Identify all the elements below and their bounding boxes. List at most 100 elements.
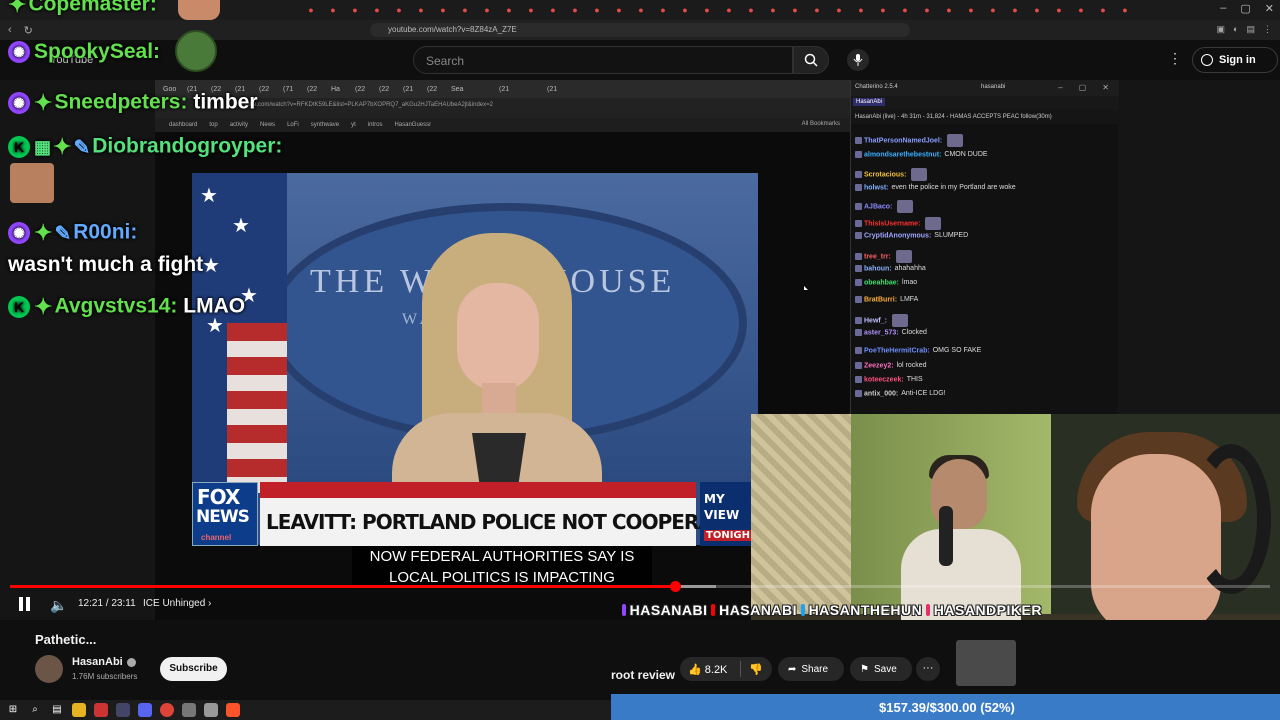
chat-username[interactable]: Scrotacious: [864, 171, 906, 178]
inner-tab[interactable]: (22 [427, 86, 449, 93]
inner-tab[interactable]: Sea [451, 86, 473, 93]
bookmark[interactable]: HasanGuessr [394, 122, 431, 128]
tab-favicon[interactable]: ● [762, 3, 784, 17]
tab-favicon[interactable]: ● [1004, 3, 1026, 17]
tab-favicon[interactable]: ● [344, 3, 366, 17]
volume-icon[interactable]: 🔈 [50, 597, 67, 614]
thumbnail[interactable] [956, 640, 1016, 686]
tab-favicon[interactable]: ● [432, 3, 454, 17]
chat-username[interactable]: holwst: [864, 184, 889, 191]
tab-favicon[interactable]: ● [740, 3, 762, 17]
app-icon[interactable] [138, 703, 152, 717]
pause-icon[interactable] [19, 597, 31, 611]
extension-icon[interactable]: ◐ [1233, 24, 1238, 35]
tab-favicon[interactable]: ● [696, 3, 718, 17]
chat-username[interactable]: almondsarethebestnut: [864, 151, 941, 158]
tab-favicon[interactable]: ● [630, 3, 652, 17]
bookmark[interactable]: yt [351, 122, 356, 128]
tab-favicon[interactable]: ● [388, 3, 410, 17]
extension-icon[interactable]: ▤ [1246, 24, 1255, 35]
search-button[interactable] [793, 46, 829, 74]
chat-username[interactable]: obeahbae: [864, 279, 899, 286]
all-bookmarks[interactable]: All Bookmarks [802, 121, 840, 127]
tab-favicon[interactable]: ● [564, 3, 586, 17]
tab-favicon[interactable]: ● [366, 3, 388, 17]
channel-avatar[interactable] [35, 655, 63, 683]
tab-favicon[interactable]: ● [1070, 3, 1092, 17]
tab-favicon[interactable]: ● [454, 3, 476, 17]
chat-username[interactable]: AJBaco: [864, 203, 892, 210]
inner-tab[interactable]: (21 [547, 86, 569, 93]
tab-favicon[interactable]: ● [960, 3, 982, 17]
windows-start-icon[interactable]: ⊞ [6, 703, 20, 717]
app-icon[interactable] [204, 703, 218, 717]
maximize-icon[interactable]: ▢ [1240, 2, 1250, 15]
app-icon[interactable] [182, 703, 196, 717]
tab-favicon[interactable]: ● [982, 3, 1004, 17]
chat-username[interactable]: ThatPersonNamedJoel: [864, 137, 942, 144]
url-field[interactable]: youtube.com/watch?v=8Z84zA_Z7E [370, 23, 910, 37]
chat-username[interactable]: tree_trr: [864, 253, 891, 260]
inner-tab[interactable]: (22 [379, 86, 401, 93]
chat-username[interactable]: antix_000: [864, 390, 898, 397]
app-icon[interactable] [116, 703, 130, 717]
channel-name[interactable]: HasanAbi [72, 656, 136, 668]
sign-in-button[interactable]: Sign in [1192, 47, 1278, 73]
minimize-icon[interactable]: – [1058, 83, 1062, 92]
app-icon[interactable] [94, 703, 108, 717]
close-icon[interactable]: ✕ [1102, 83, 1109, 92]
save-button[interactable]: ⚑ Save [850, 657, 912, 681]
chat-username[interactable]: Hewf_: [864, 317, 887, 324]
tab-favicon[interactable]: ● [850, 3, 872, 17]
tab-favicon[interactable]: ● [1092, 3, 1114, 17]
tab-favicon[interactable]: ● [828, 3, 850, 17]
file-explorer-icon[interactable] [72, 703, 86, 717]
tab-favicon[interactable]: ● [916, 3, 938, 17]
inner-tab[interactable]: (22 [355, 86, 377, 93]
like-button[interactable]: 👍 8.2K [680, 663, 740, 676]
brave-icon[interactable] [226, 703, 240, 717]
subscribe-button[interactable]: Subscribe [160, 657, 227, 681]
minimize-icon[interactable]: – [1220, 2, 1226, 15]
progress-bar[interactable] [10, 581, 1270, 592]
bookmark[interactable]: intros [368, 122, 383, 128]
chat-username[interactable]: CryptidAnonymous: [864, 232, 931, 239]
chat-username[interactable]: ThisIsUsername: [864, 220, 920, 227]
tab-favicon[interactable]: ● [476, 3, 498, 17]
tab-favicon[interactable]: ● [806, 3, 828, 17]
chapter-button[interactable]: ICE Unhinged › [143, 598, 211, 609]
dislike-button[interactable]: 👎 [741, 663, 763, 676]
maximize-icon[interactable]: ▢ [1079, 83, 1087, 92]
chat-username[interactable]: PoeTheHermitCrab: [864, 347, 930, 354]
inner-tab[interactable]: Ha [331, 86, 353, 93]
settings-menu-icon[interactable]: ⋮ [1168, 50, 1182, 67]
search-icon[interactable]: ⌕ [28, 703, 42, 717]
tab-favicon[interactable]: ● [784, 3, 806, 17]
more-actions-button[interactable]: ··· [916, 657, 940, 681]
tab-favicon[interactable]: ● [872, 3, 894, 17]
inner-tab[interactable]: (21 [499, 86, 521, 93]
tab-favicon[interactable]: ● [1114, 3, 1136, 17]
search-input[interactable]: Search [413, 46, 793, 74]
tab-favicon[interactable]: ● [1048, 3, 1070, 17]
tab-favicon[interactable]: ● [674, 3, 696, 17]
menu-icon[interactable]: ⋮ [1263, 24, 1272, 35]
chat-username[interactable]: aster_573: [864, 329, 899, 336]
extension-icon[interactable]: ▣ [1217, 24, 1226, 35]
tab-favicon[interactable]: ● [586, 3, 608, 17]
chrome-icon[interactable] [160, 703, 174, 717]
task-view-icon[interactable]: ▤ [50, 703, 64, 717]
chat-username[interactable]: BratBurri: [864, 296, 897, 303]
tab-favicon[interactable]: ● [520, 3, 542, 17]
tab-favicon[interactable]: ● [938, 3, 960, 17]
tab-favicon[interactable]: ● [718, 3, 740, 17]
chat-username[interactable]: bahoun: [864, 265, 892, 272]
close-icon[interactable]: ✕ [1265, 2, 1274, 15]
inner-tab[interactable]: (21 [403, 86, 425, 93]
tab-favicon[interactable]: ● [498, 3, 520, 17]
voice-search-button[interactable] [847, 49, 869, 71]
tab-favicon[interactable]: ● [608, 3, 630, 17]
tab-favicon[interactable]: ● [410, 3, 432, 17]
chat-username[interactable]: Zeezey2: [864, 362, 894, 369]
chat-username[interactable]: koteeczeek: [864, 376, 904, 383]
